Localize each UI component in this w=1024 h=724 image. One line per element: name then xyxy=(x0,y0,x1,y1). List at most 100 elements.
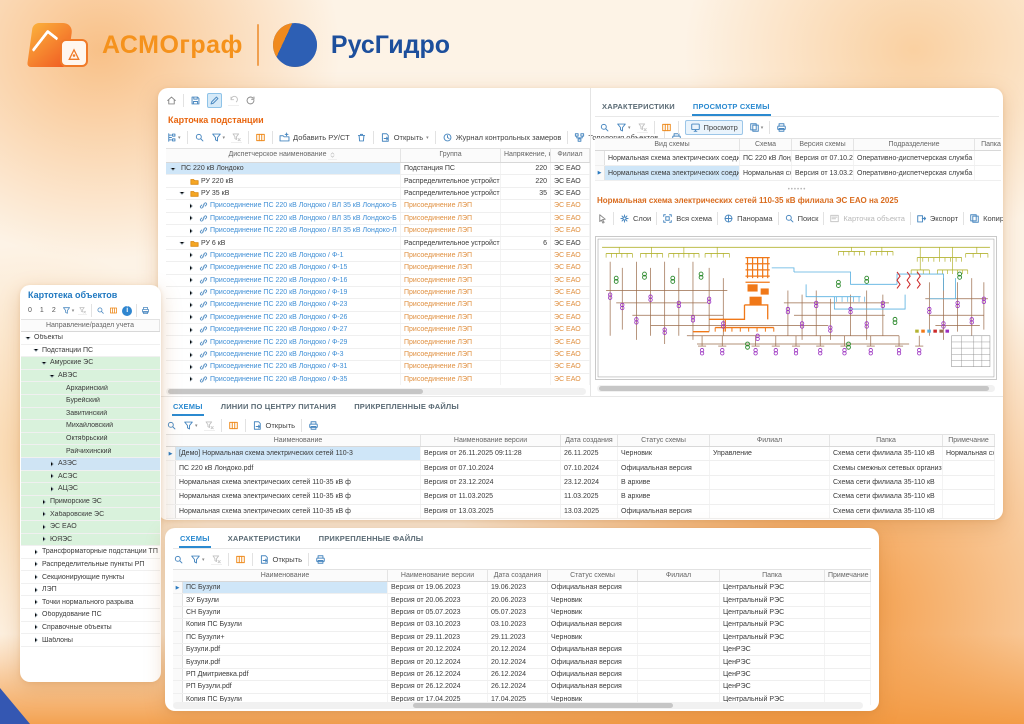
column-header[interactable]: Наименование версии xyxy=(388,570,488,581)
columns-icon[interactable] xyxy=(235,554,246,565)
view-button[interactable]: Просмотр xyxy=(685,120,743,135)
clear-filter-icon[interactable] xyxy=(637,122,648,133)
clear-filter-icon[interactable] xyxy=(78,306,87,315)
tree-item[interactable]: Райчихинский xyxy=(21,445,160,458)
filter-icon[interactable]: ▾ xyxy=(62,306,75,315)
horizontal-scrollbar[interactable] xyxy=(173,702,863,709)
tree-item[interactable]: АЦЭС xyxy=(21,483,160,496)
search-icon[interactable] xyxy=(173,554,184,565)
open-button[interactable]: Открыть xyxy=(252,420,295,431)
table-row[interactable]: РУ 220 кВРаспределительное устройство220… xyxy=(166,175,590,187)
table-row[interactable]: РУ 6 кВРаспределительное устройство6ЭС Е… xyxy=(166,237,590,249)
column-header[interactable]: Группа xyxy=(401,149,501,162)
tree-item[interactable]: Амурские ЭС xyxy=(21,357,160,370)
table-row[interactable]: Присоединение ПС 220 кВ Лондоко / Ф-29Пр… xyxy=(166,336,590,348)
object-card-button[interactable]: Карточка объекта xyxy=(829,213,904,224)
table-row[interactable]: СН БузулиВерсия от 05.07.202305.07.2023Ч… xyxy=(173,607,871,619)
column-header[interactable]: Дата создания xyxy=(488,570,548,581)
table-row[interactable]: Присоединение ПС 220 кВ Лондоко / Ф-23Пр… xyxy=(166,299,590,311)
info-icon[interactable]: i xyxy=(122,306,132,316)
table-row[interactable]: Присоединение ПС 220 кВ Лондоко / ВЛ 35 … xyxy=(166,200,590,212)
column-header[interactable]: Наименование xyxy=(183,570,388,581)
tree-view-icon[interactable]: ▾ xyxy=(166,132,181,143)
layers-stack-icon[interactable]: ▾ xyxy=(749,122,764,133)
table-row[interactable]: Присоединение ПС 220 кВ Лондоко / ВЛ 35 … xyxy=(166,213,590,225)
table-row[interactable]: Присоединение ПС 220 кВ Лондоко / Ф-27Пр… xyxy=(166,324,590,336)
export-button[interactable]: Экспорт xyxy=(916,213,958,224)
open-button[interactable]: Открыть▾ xyxy=(380,132,429,143)
table-row[interactable]: ▶Нормальная схема электрических соединен… xyxy=(595,166,1001,181)
tree-item[interactable]: Михайловский xyxy=(21,420,160,433)
column-header[interactable]: Наименование версии xyxy=(421,435,561,446)
column-header[interactable]: Статус схемы xyxy=(618,435,710,446)
panorama-button[interactable]: Панорама xyxy=(723,213,773,224)
tab-attached-files[interactable]: ПРИКРЕПЛЕННЫЕ ФАЙЛЫ xyxy=(353,398,460,416)
columns-icon[interactable] xyxy=(255,132,266,143)
columns-icon[interactable] xyxy=(109,306,118,315)
tree-item[interactable]: Хабаровские ЭС xyxy=(21,508,160,521)
tab-characteristics[interactable]: ХАРАКТЕРИСТИКИ xyxy=(601,98,676,116)
control-journal-button[interactable]: Журнал контрольных замеров xyxy=(442,132,562,143)
filter-icon[interactable]: ▾ xyxy=(616,122,631,133)
table-row[interactable]: Бузули.pdfВерсия от 20.12.202420.12.2024… xyxy=(173,644,871,656)
search-icon[interactable] xyxy=(166,420,177,431)
clear-filter-icon[interactable] xyxy=(231,132,242,143)
column-header[interactable]: Примечание xyxy=(825,570,871,581)
edit-icon[interactable] xyxy=(207,93,222,108)
horizontal-scrollbar[interactable] xyxy=(166,388,586,395)
table-row[interactable]: Присоединение ПС 220 кВ Лондоко / Ф-26Пр… xyxy=(166,312,590,324)
search-icon[interactable] xyxy=(599,122,610,133)
table-row[interactable]: Присоединение ПС 220 кВ Лондоко / Ф-3При… xyxy=(166,349,590,361)
tab-attached-files[interactable]: ПРИКРЕПЛЕННЫЕ ФАЙЛЫ xyxy=(318,530,425,548)
tree-item[interactable]: АВЭС xyxy=(21,370,160,383)
column-header[interactable]: Папка xyxy=(830,435,943,446)
tree-item[interactable]: Точки нормального разрыва xyxy=(21,596,160,609)
table-row[interactable]: Присоединение ПС 220 кВ Лондоко / Ф-19Пр… xyxy=(166,287,590,299)
table-row[interactable]: Присоединение ПС 220 кВ Лондоко / Ф-31Пр… xyxy=(166,361,590,373)
table-row[interactable]: ▶ПС БузулиВерсия от 19.06.202319.06.2023… xyxy=(173,582,871,594)
column-header[interactable]: Филиал xyxy=(638,570,720,581)
tree-item[interactable]: Подстанции ПС xyxy=(21,345,160,358)
tree-item[interactable]: Шаблоны xyxy=(21,634,160,647)
table-row[interactable]: РП Бузули.pdfВерсия от 26.12.202426.12.2… xyxy=(173,681,871,693)
column-header[interactable]: Папка xyxy=(720,570,825,581)
tree-item[interactable]: Справочные объекты xyxy=(21,622,160,635)
level-0-button[interactable]: 0 xyxy=(26,307,34,314)
table-row[interactable]: Бузули.pdfВерсия от 20.12.202420.12.2024… xyxy=(173,656,871,668)
level-1-button[interactable]: 1 xyxy=(38,307,46,314)
print-icon[interactable] xyxy=(315,554,326,565)
column-header[interactable]: Филиал xyxy=(551,149,590,162)
column-header[interactable]: Статус схемы xyxy=(548,570,638,581)
print-icon[interactable] xyxy=(308,420,319,431)
tree-item[interactable]: ЮЯЭС xyxy=(21,534,160,547)
column-header[interactable]: Наименование xyxy=(176,435,421,446)
splitter-handle[interactable]: •••••• xyxy=(591,187,1003,192)
table-row[interactable]: ПС 220 кВ Лондоко.pdfВерсия от 07.10.202… xyxy=(166,461,995,475)
tree-item[interactable]: ЛЭП xyxy=(21,584,160,597)
tab-scheme-view[interactable]: ПРОСМОТР СХЕМЫ xyxy=(692,98,771,116)
layers-button[interactable]: Слои xyxy=(619,213,651,224)
tree-item[interactable]: Завитинский xyxy=(21,408,160,421)
search-icon[interactable] xyxy=(194,132,205,143)
tree-item[interactable]: Объекты xyxy=(21,332,160,345)
search-button[interactable]: Поиск xyxy=(784,213,819,224)
tree-item[interactable]: Приморские ЭС xyxy=(21,496,160,509)
tab-characteristics[interactable]: ХАРАКТЕРИСТИКИ xyxy=(227,530,302,548)
tree-item[interactable]: Архаринский xyxy=(21,382,160,395)
delete-icon[interactable] xyxy=(356,132,367,143)
tree-item[interactable]: АЗЭС xyxy=(21,458,160,471)
undo-icon[interactable] xyxy=(228,95,239,106)
table-row[interactable]: РП Дмитриевка.pdfВерсия от 26.12.202426.… xyxy=(173,669,871,681)
column-header[interactable]: Подразделение xyxy=(854,139,975,150)
cursor-icon[interactable] xyxy=(597,213,608,224)
tree-item[interactable]: Оборудование ПС xyxy=(21,609,160,622)
horizontal-scrollbar[interactable] xyxy=(597,385,995,392)
column-header[interactable]: Напряжение, кВ xyxy=(501,149,551,162)
level-2-button[interactable]: 2 xyxy=(50,307,58,314)
table-row[interactable]: Присоединение ПС 220 кВ Лондоко / ВЛ 35 … xyxy=(166,225,590,237)
filter-icon[interactable]: ▾ xyxy=(190,554,205,565)
clear-filter-icon[interactable] xyxy=(211,554,222,565)
table-row[interactable]: ПС Бузули+Версия от 29.11.202329.11.2023… xyxy=(173,632,871,644)
table-row[interactable]: ЗУ БузулиВерсия от 20.06.202320.06.2023Ч… xyxy=(173,594,871,606)
fit-scheme-button[interactable]: Вся схема xyxy=(662,213,712,224)
